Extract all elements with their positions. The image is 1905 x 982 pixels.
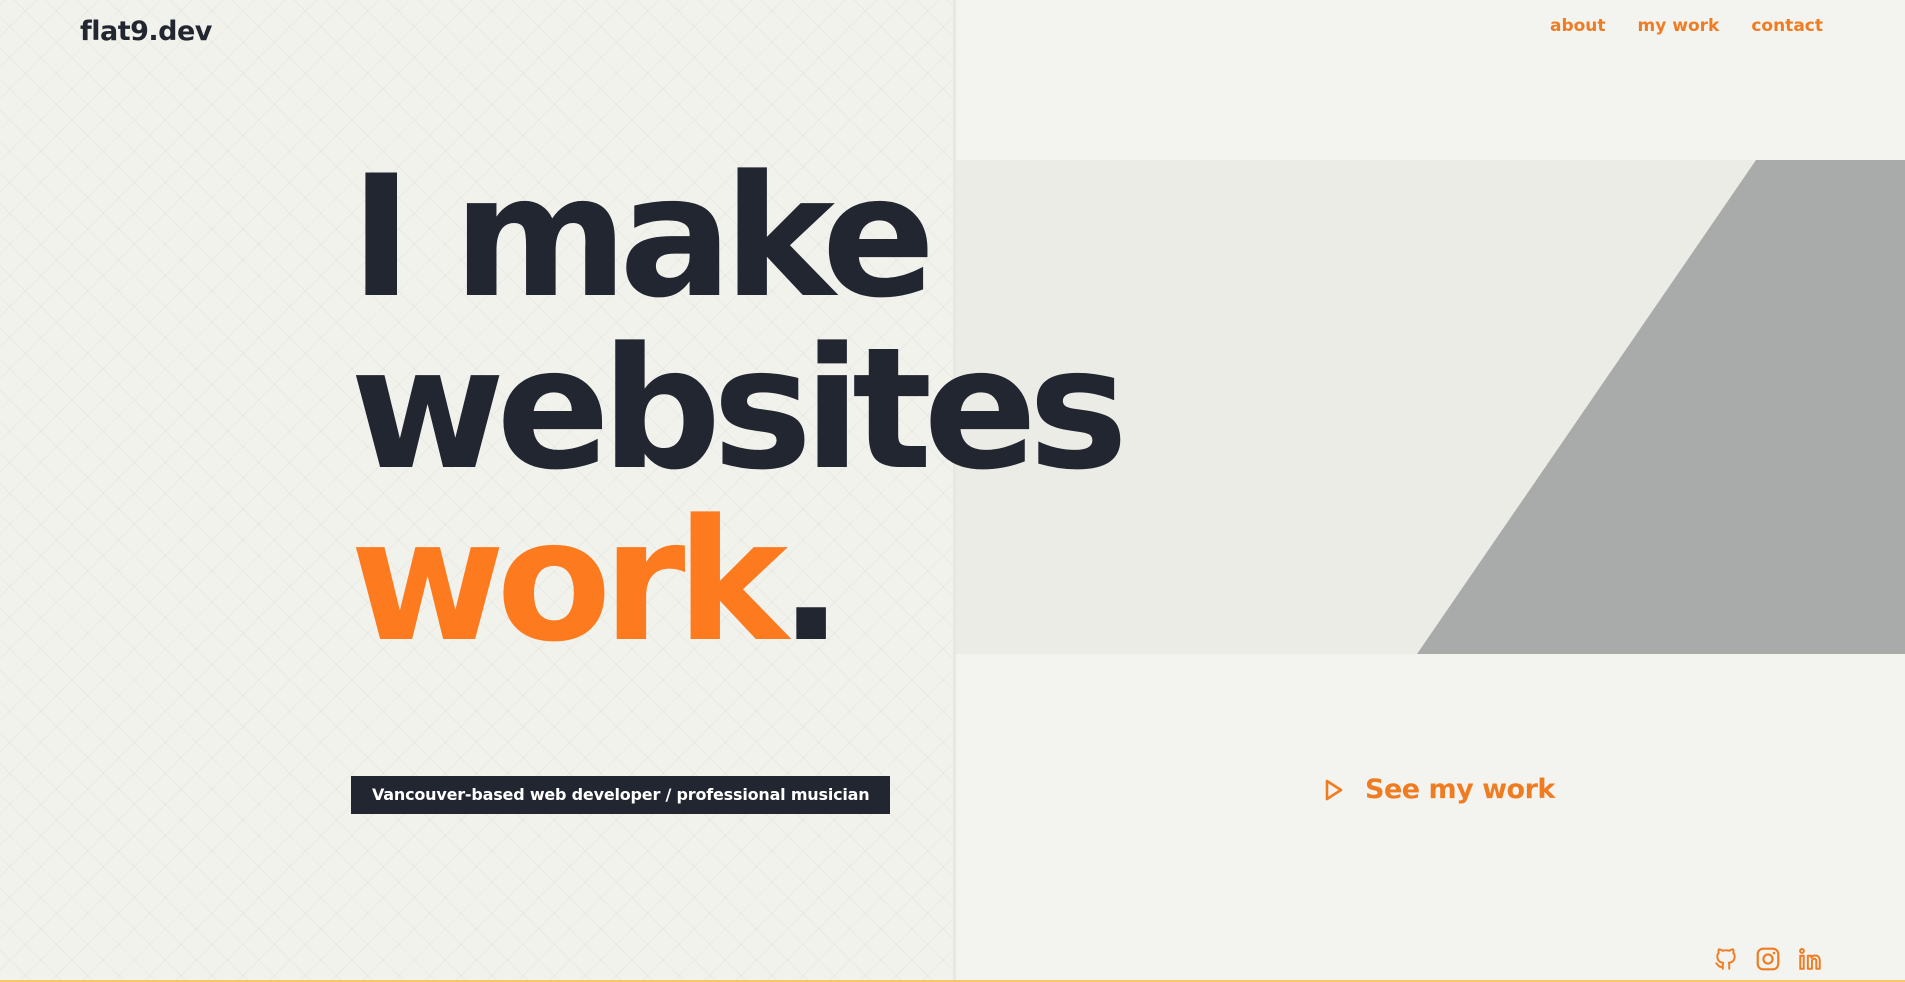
see-my-work-button[interactable]: See my work <box>1323 774 1555 805</box>
instagram-icon[interactable] <box>1755 946 1781 972</box>
headline-period: . <box>779 483 843 679</box>
see-my-work-label: See my work <box>1365 774 1555 805</box>
hero-headline: I make websites work. <box>350 139 1128 668</box>
nav-link-about[interactable]: about <box>1550 16 1606 36</box>
main-nav: about my work contact <box>1550 16 1823 36</box>
nav-link-contact[interactable]: contact <box>1751 16 1823 36</box>
headline-line-2: websites <box>350 311 1128 507</box>
tagline-badge: Vancouver-based web developer / professi… <box>351 776 891 814</box>
headline-line-1: I make <box>350 139 936 335</box>
nav-link-my-work[interactable]: my work <box>1638 16 1720 36</box>
github-icon[interactable] <box>1713 946 1739 972</box>
site-logo[interactable]: flat9.dev <box>80 16 212 47</box>
page: flat9.dev about my work contact I make w… <box>0 0 1905 982</box>
headline-accent-word: work <box>350 483 788 679</box>
play-triangle-icon <box>1325 779 1343 800</box>
social-links <box>1713 946 1823 972</box>
headline-line-3: work. <box>350 496 1119 668</box>
linkedin-icon[interactable] <box>1797 946 1823 972</box>
